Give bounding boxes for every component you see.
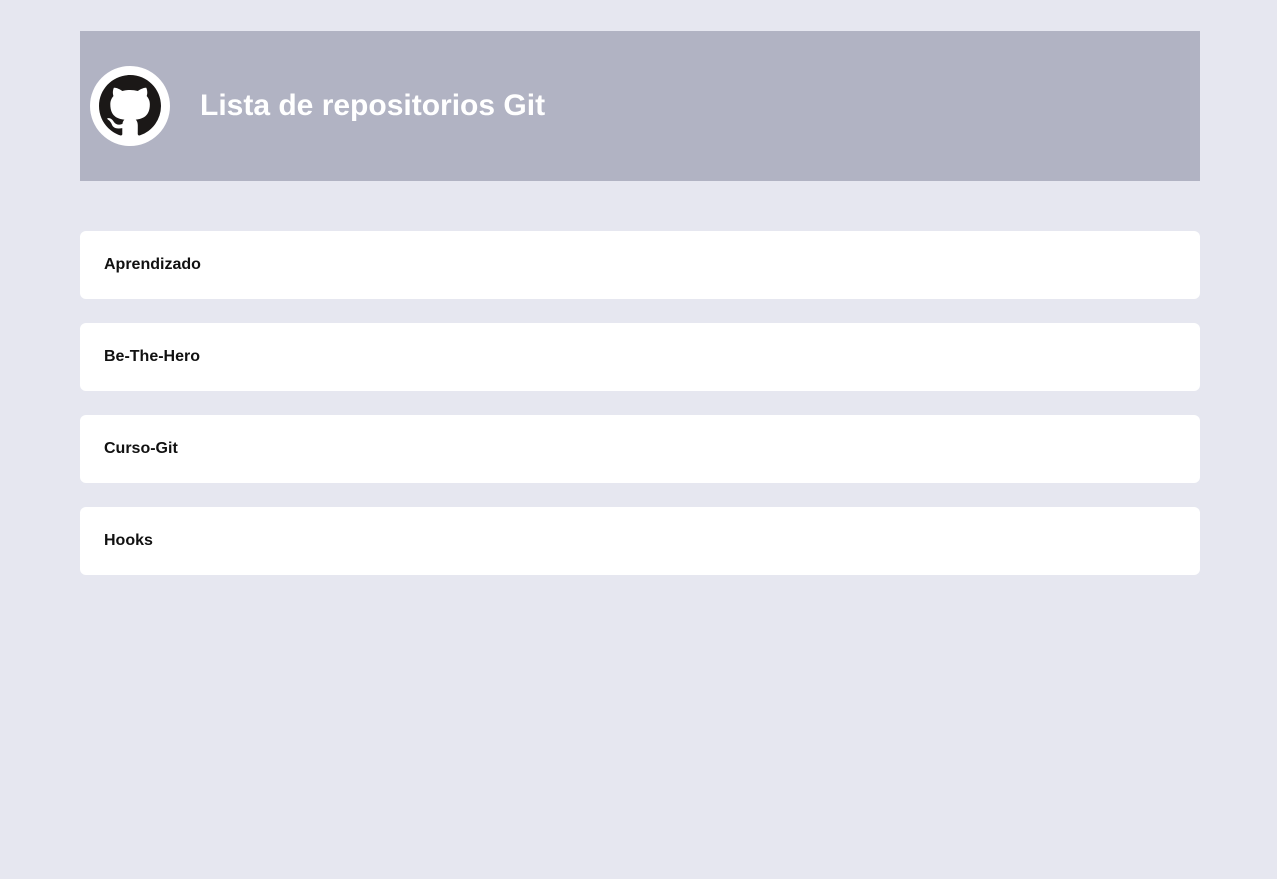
page-title: Lista de repositorios Git — [200, 89, 546, 122]
repository-name: Hooks — [104, 532, 153, 549]
repository-name: Be-The-Hero — [104, 348, 201, 365]
repository-item-be-the-hero[interactable]: Be-The-Hero — [80, 323, 1200, 391]
repository-list: Aprendizado Be-The-Hero Curso-Git Hooks — [80, 231, 1200, 575]
repository-name: Aprendizado — [104, 256, 201, 273]
repository-name: Curso-Git — [104, 440, 178, 457]
repository-item-curso-git[interactable]: Curso-Git — [80, 415, 1200, 483]
github-logo — [90, 66, 170, 146]
page-container: Lista de repositorios Git Aprendizado Be… — [80, 31, 1200, 599]
header-banner: Lista de repositorios Git — [80, 31, 1200, 181]
repository-item-hooks[interactable]: Hooks — [80, 507, 1200, 575]
github-octocat-icon — [99, 75, 161, 136]
repository-item-aprendizado[interactable]: Aprendizado — [80, 231, 1200, 299]
